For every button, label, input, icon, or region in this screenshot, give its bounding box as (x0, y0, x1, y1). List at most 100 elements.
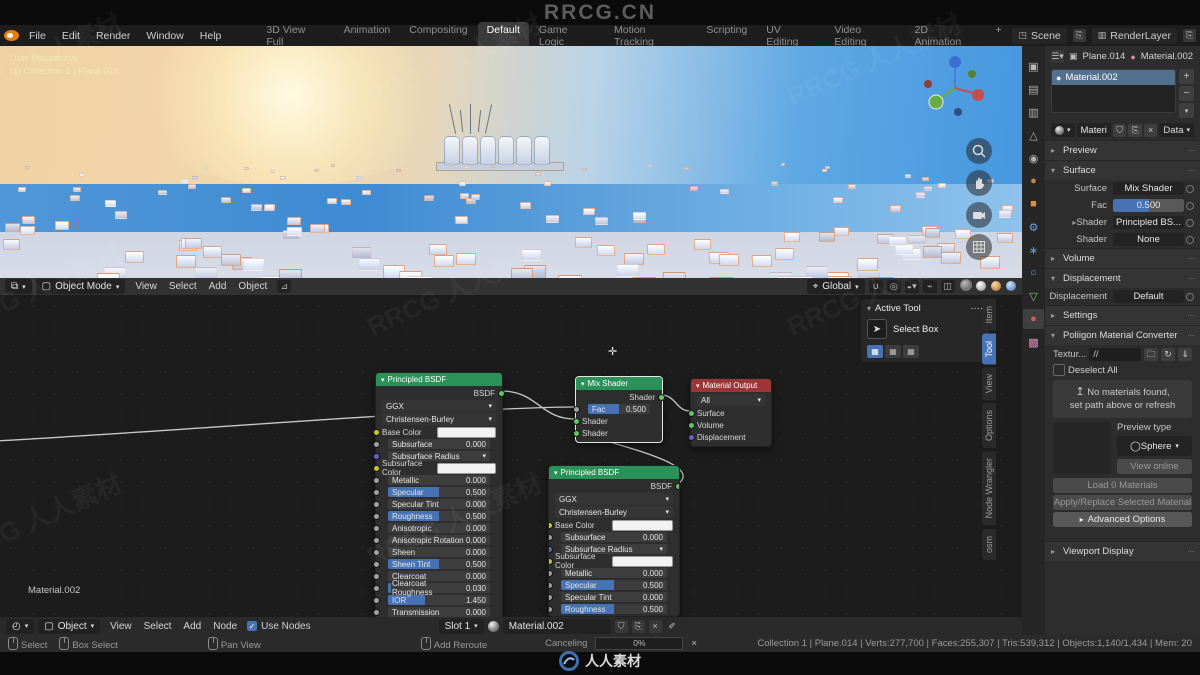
advanced-options-button[interactable]: ▸ Advanced Options (1053, 512, 1192, 527)
open-folder-icon[interactable]: 🗀 (1144, 348, 1158, 361)
node-dropdown[interactable]: GGX ▾ (555, 493, 673, 505)
value-socket[interactable] (373, 537, 380, 544)
node-row-subsurface-color[interactable]: Subsurface Color (373, 459, 502, 477)
select-mode-extend[interactable]: ▦ (885, 345, 901, 358)
node-row-fac[interactable]: Fac 0.500 (573, 403, 662, 415)
node-row-metallic[interactable]: Metallic 0.000 (373, 474, 502, 486)
node-dropdown[interactable]: All ▾ (697, 394, 765, 406)
value-socket[interactable] (373, 573, 380, 580)
node-row-volume[interactable]: Volume (688, 419, 771, 431)
node-row-base-color[interactable]: Base Color (373, 426, 502, 438)
node-output[interactable]: ▾ Material Output All ▾ Surface Volume Displac… (688, 378, 772, 447)
visibility-dropdown-icon[interactable]: ◒▾ (904, 280, 919, 293)
material-slot-item[interactable]: ● Material.002 (1052, 70, 1175, 85)
save-icon[interactable]: ⇓ (1178, 348, 1192, 361)
panel-poliigon-converter[interactable]: ▾ Poliigon Material Converter ···· (1045, 325, 1200, 345)
node-row-subsurface-radius[interactable]: Subsurface Radius ▾ (549, 543, 679, 555)
tool-tab-icon[interactable]: ▣ (1023, 56, 1044, 76)
vector-socket[interactable] (373, 453, 380, 460)
particles-tab-icon[interactable]: ∗ (1023, 240, 1044, 260)
node-row-shader[interactable]: Shader (573, 427, 662, 439)
viewport-menu-add[interactable]: Add (203, 280, 233, 293)
unlink-material-icon[interactable]: × (1143, 123, 1158, 137)
shader-socket[interactable] (675, 483, 679, 490)
node-row-metallic[interactable]: Metallic 0.000 (549, 567, 679, 579)
color-swatch[interactable] (612, 555, 673, 567)
side-tab-options[interactable]: Options (982, 403, 996, 449)
menu-file[interactable]: File (21, 28, 54, 44)
panel-settings[interactable]: ▸ Settings ···· (1045, 305, 1200, 325)
node-header[interactable]: ▾ Principled BSDF (376, 373, 502, 386)
value-socket[interactable] (549, 594, 553, 601)
fake-user-icon[interactable]: ⛉ (1112, 123, 1127, 137)
value-socket[interactable] (373, 609, 380, 616)
node-header[interactable]: ▾ Mix Shader (576, 377, 662, 390)
value-socket[interactable] (373, 561, 380, 568)
node-bsdf2[interactable]: ▾ Principled BSDF BSDF GGX ▾ Christensen-Burl… (548, 465, 680, 617)
menu-help[interactable]: Help (192, 28, 230, 44)
value-socket[interactable] (549, 534, 553, 541)
breadcrumb-object[interactable]: Plane.014 (1083, 51, 1126, 62)
shader-type-dropdown[interactable]: ▢ Object ▾ (38, 618, 101, 634)
value-socket[interactable] (373, 501, 380, 508)
data-tab-icon[interactable]: ▽ (1023, 286, 1044, 306)
node-row-subsurface-color[interactable]: Subsurface Color (549, 552, 679, 570)
mode-dropdown[interactable]: ▢ Object Mode ▾ (35, 279, 126, 294)
value-socket[interactable] (373, 441, 380, 448)
scene-tab-icon[interactable]: ◉ (1023, 148, 1044, 168)
blender-logo-icon[interactable] (4, 30, 19, 41)
select-mode-subtract[interactable]: ▦ (903, 345, 919, 358)
slot-specials-button[interactable]: ▾ (1179, 103, 1194, 118)
node-row-subsurface[interactable]: Subsurface 0.000 (549, 531, 679, 543)
node-dropdown[interactable]: Christensen-Burley ▾ (382, 413, 496, 425)
node-row-anisotropic-rotation[interactable]: Anisotropic Rotation 0.000 (373, 534, 502, 546)
xray-icon[interactable]: ⊿ (277, 280, 292, 293)
node-menu-node[interactable]: Node (207, 620, 243, 633)
pin-icon[interactable]: ✐ (666, 620, 679, 633)
value-socket[interactable] (373, 597, 380, 604)
panel-preview[interactable]: ▸ Preview ···· (1045, 140, 1200, 160)
breadcrumb-material[interactable]: Material.002 (1141, 51, 1193, 62)
viewlayer-selector[interactable]: ▥ RenderLayer (1091, 27, 1177, 44)
copy-datablock-icon[interactable]: ⎘ (631, 619, 645, 633)
value-socket[interactable] (549, 582, 553, 589)
node-header[interactable]: ▾ Material Output (691, 379, 771, 392)
node-row-specular-tint[interactable]: Specular Tint 0.000 (373, 498, 502, 510)
menu-render[interactable]: Render (88, 28, 138, 44)
node-header[interactable]: ▾ Principled BSDF (549, 466, 679, 479)
shader2-dropdown[interactable]: None (1113, 233, 1184, 246)
shader-node-editor[interactable]: ▾ Principled BSDF BSDF GGX ▾ Christensen-Burl… (0, 295, 1022, 617)
animate-dot[interactable] (1186, 184, 1194, 193)
3d-viewport[interactable]: User Perspective (1) Collection 1 | Plan… (0, 46, 1022, 278)
modifier-tab-icon[interactable]: ⚙ (1023, 217, 1044, 237)
vector-socket[interactable] (688, 434, 695, 441)
material-name-field[interactable]: Material.002 (502, 618, 611, 634)
value-socket[interactable] (549, 570, 553, 577)
node-row-displacement[interactable]: Displacement (688, 431, 771, 443)
node-row-shader[interactable]: Shader (573, 415, 662, 427)
node-row-sheen[interactable]: Sheen 0.000 (373, 546, 502, 558)
new-material-icon[interactable]: ⎘ (1128, 123, 1142, 137)
node-row-subsurface-radius[interactable]: Subsurface Radius ▾ (373, 450, 502, 462)
shader1-dropdown[interactable]: Principled BS... (1113, 216, 1184, 229)
remove-slot-button[interactable]: − (1179, 86, 1194, 101)
animate-dot[interactable] (1186, 292, 1194, 301)
texture-path-input[interactable]: // (1089, 348, 1141, 361)
node-dropdown[interactable]: Christensen-Burley ▾ (555, 506, 673, 518)
view-online-button[interactable]: View online (1117, 459, 1192, 474)
texture-tab-icon[interactable]: ▩ (1023, 332, 1044, 352)
material-name-input[interactable]: Materi (1076, 123, 1111, 137)
fac-slider[interactable]: 0.500 (1113, 199, 1184, 212)
apply-replace-button[interactable]: Apply/Replace Selected Material (1053, 495, 1192, 510)
load-materials-button[interactable]: Load 0 Materials (1053, 478, 1192, 493)
refresh-icon[interactable]: ↻ (1161, 348, 1175, 361)
material-slot-list[interactable]: ● Material.002 (1051, 69, 1176, 113)
menu-edit[interactable]: Edit (54, 28, 88, 44)
node-row-transmission[interactable]: Transmission 0.000 (373, 606, 502, 617)
animate-dot[interactable] (1186, 201, 1194, 210)
fake-user-shield-icon[interactable]: ⛉ (614, 619, 628, 633)
deselect-all-checkbox[interactable] (1053, 364, 1065, 376)
unlink-x-icon[interactable]: × (648, 619, 662, 633)
select-mode-new[interactable]: ▦ (867, 345, 883, 358)
panel-viewport-display[interactable]: ▸ Viewport Display ···· (1045, 541, 1200, 561)
